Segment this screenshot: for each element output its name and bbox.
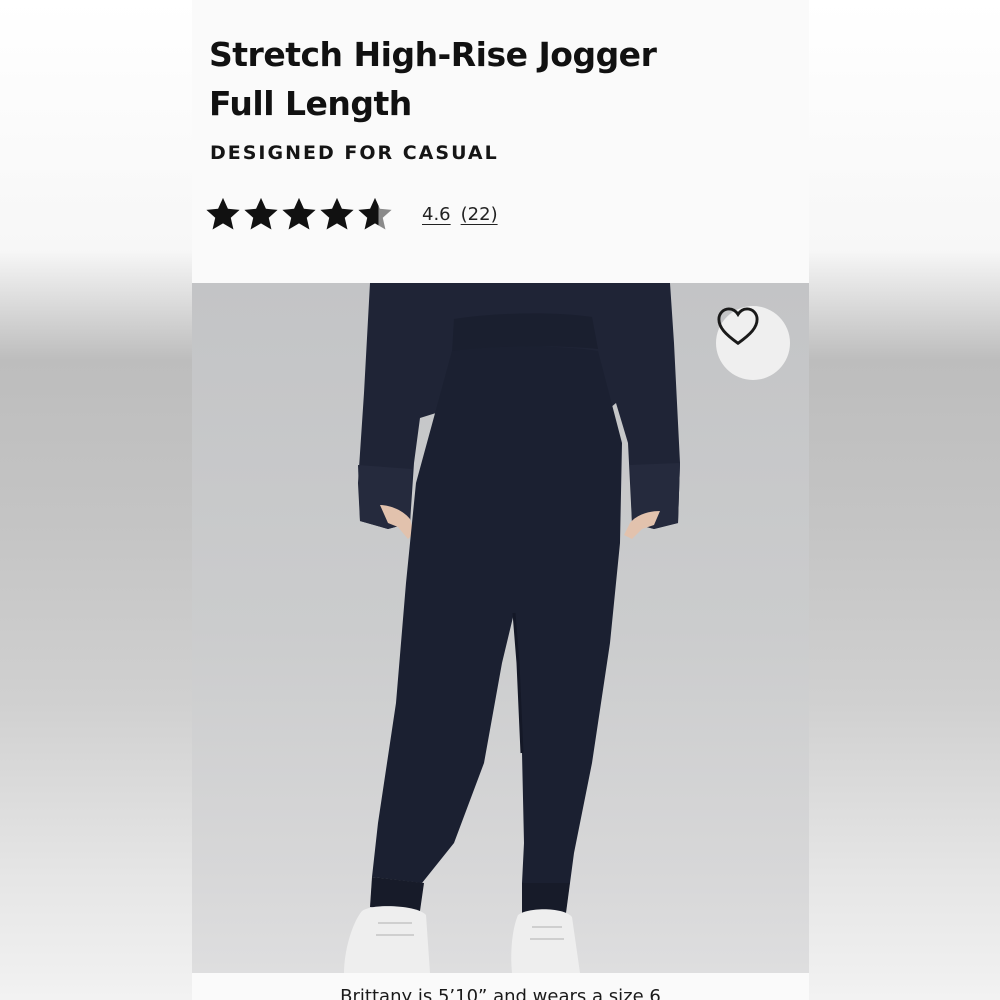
partial-star-icon	[358, 197, 392, 230]
model-size-caption: Brittany is 5’10” and wears a size 6	[192, 973, 809, 1000]
product-header: Stretch High-Rise Jogger Full Length DES…	[192, 0, 809, 283]
star-icon	[320, 197, 354, 230]
star-icon	[244, 197, 278, 230]
left-blurred-backdrop	[0, 0, 192, 1000]
star-icon	[282, 197, 316, 230]
designed-for-label: DESIGNED FOR CASUAL	[210, 142, 499, 164]
rating-value-link[interactable]: 4.6	[422, 204, 451, 225]
right-blurred-backdrop	[809, 0, 1000, 1000]
rating-row[interactable]: 4.6 (22)	[204, 194, 498, 234]
heart-outline-icon	[717, 307, 759, 346]
review-count-link[interactable]: (22)	[461, 204, 498, 225]
product-card: Stretch High-Rise Jogger Full Length DES…	[192, 0, 809, 1000]
favorite-button[interactable]	[716, 306, 790, 380]
product-title-line2: Full Length	[209, 84, 412, 123]
product-title: Stretch High-Rise Jogger Full Length	[209, 30, 769, 128]
product-image[interactable]	[192, 283, 809, 973]
product-title-line1: Stretch High-Rise Jogger	[209, 35, 657, 74]
star-icon	[206, 197, 240, 230]
jogger-photo-illustration	[344, 283, 680, 973]
star-rating	[204, 195, 394, 233]
